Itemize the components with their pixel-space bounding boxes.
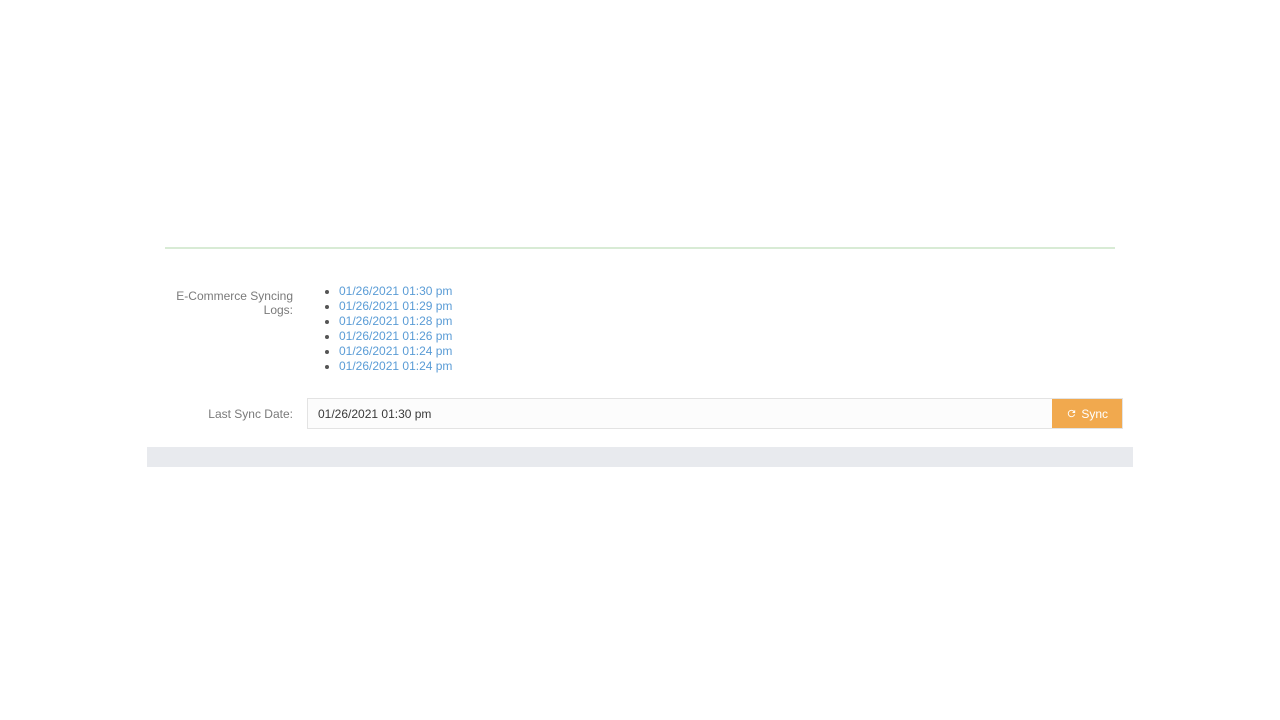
last-sync-value: 01/26/2021 01:30 pm [308, 399, 1052, 428]
list-item: 01/26/2021 01:30 pm [339, 284, 1123, 299]
sync-button[interactable]: Sync [1052, 399, 1122, 428]
log-link[interactable]: 01/26/2021 01:24 pm [339, 344, 452, 358]
log-link[interactable]: 01/26/2021 01:24 pm [339, 359, 452, 373]
last-sync-label: Last Sync Date: [157, 407, 307, 421]
syncing-logs-row: E-Commerce Syncing Logs: 01/26/2021 01:3… [157, 249, 1123, 374]
syncing-logs-list: 01/26/2021 01:30 pm 01/26/2021 01:29 pm … [307, 284, 1123, 374]
list-item: 01/26/2021 01:29 pm [339, 299, 1123, 314]
sync-panel: E-Commerce Syncing Logs: 01/26/2021 01:3… [147, 247, 1133, 447]
list-item: 01/26/2021 01:26 pm [339, 329, 1123, 344]
panel-footer-bar [147, 447, 1133, 467]
refresh-icon [1066, 408, 1077, 419]
log-link[interactable]: 01/26/2021 01:30 pm [339, 284, 452, 298]
last-sync-bar: 01/26/2021 01:30 pm Sync [307, 398, 1123, 429]
list-item: 01/26/2021 01:28 pm [339, 314, 1123, 329]
list-item: 01/26/2021 01:24 pm [339, 359, 1123, 374]
log-link[interactable]: 01/26/2021 01:28 pm [339, 314, 452, 328]
list-item: 01/26/2021 01:24 pm [339, 344, 1123, 359]
last-sync-row: Last Sync Date: 01/26/2021 01:30 pm Sync [157, 374, 1123, 429]
log-link[interactable]: 01/26/2021 01:26 pm [339, 329, 452, 343]
log-link[interactable]: 01/26/2021 01:29 pm [339, 299, 452, 313]
sync-button-label: Sync [1081, 407, 1108, 421]
syncing-logs-label: E-Commerce Syncing Logs: [157, 284, 307, 317]
last-sync-content: 01/26/2021 01:30 pm Sync [307, 398, 1123, 429]
syncing-logs-content: 01/26/2021 01:30 pm 01/26/2021 01:29 pm … [307, 284, 1123, 374]
